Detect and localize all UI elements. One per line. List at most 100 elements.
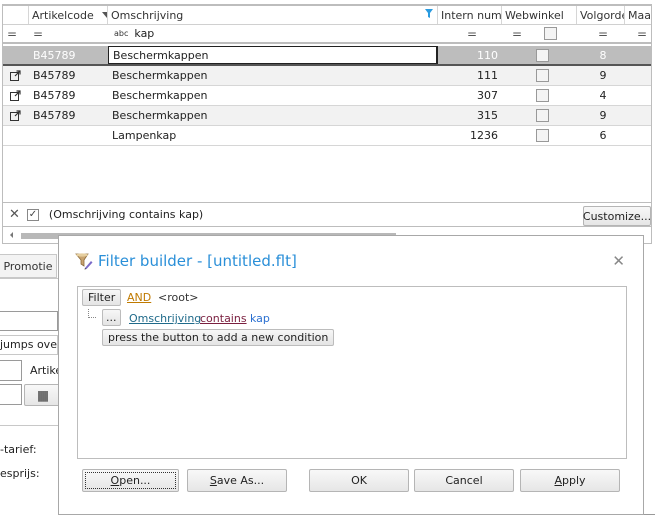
filter-expression[interactable]: (Omschrijving contains kap) bbox=[49, 208, 203, 221]
equals-operator[interactable]: = bbox=[637, 27, 647, 41]
cell-maat[interactable] bbox=[625, 126, 651, 145]
filter-root-button[interactable]: Filter bbox=[82, 289, 122, 306]
condition-menu-button[interactable]: ... bbox=[102, 309, 121, 326]
filter-tree[interactable]: Filter AND <root> ... Omschrijving conta… bbox=[77, 286, 627, 459]
group-operator-link[interactable]: AND bbox=[127, 291, 151, 304]
row-indicator[interactable] bbox=[3, 46, 29, 64]
auto-filter-volgorde[interactable]: = bbox=[577, 25, 625, 42]
cell-intern-nummer[interactable]: 1236 bbox=[438, 126, 502, 145]
barcode-icon: ||||| bbox=[36, 388, 49, 402]
header-intern-nummer[interactable]: Intern numm bbox=[438, 6, 502, 24]
condition-field-link[interactable]: Omschrijving bbox=[129, 312, 201, 325]
ok-button[interactable]: OK bbox=[309, 469, 409, 492]
equals-operator[interactable]: = bbox=[33, 27, 43, 41]
cell-webwinkel[interactable] bbox=[502, 46, 577, 64]
auto-filter-intern-nummer[interactable]: = bbox=[438, 25, 502, 42]
cell-maat[interactable] bbox=[625, 86, 651, 105]
cell-webwinkel[interactable] bbox=[502, 86, 577, 105]
cell-maat[interactable] bbox=[625, 46, 651, 64]
webwinkel-checkbox[interactable] bbox=[536, 129, 549, 142]
filter-active-icon[interactable] bbox=[425, 9, 433, 18]
auto-filter-omschrijving[interactable]: abc kap bbox=[108, 25, 438, 42]
scroll-left-icon[interactable] bbox=[10, 232, 13, 238]
webwinkel-checkbox[interactable] bbox=[536, 89, 549, 102]
article-grid[interactable]: Artikelcode Omschrijving Intern numm Web… bbox=[2, 4, 652, 244]
cell-omschrijving[interactable]: Beschermkappen bbox=[108, 86, 438, 105]
row-indicator[interactable] bbox=[3, 66, 29, 85]
cell-omschrijving[interactable]: Lampenkap bbox=[108, 126, 438, 145]
apply-button[interactable]: Apply bbox=[520, 469, 620, 492]
webwinkel-filter-checkbox[interactable] bbox=[544, 27, 558, 40]
equals-operator[interactable]: = bbox=[512, 27, 522, 41]
external-link-icon[interactable] bbox=[10, 110, 21, 121]
form-input[interactable] bbox=[0, 384, 22, 405]
equals-operator[interactable]: = bbox=[598, 27, 608, 41]
auto-filter-webwinkel[interactable]: = bbox=[502, 25, 577, 42]
table-row[interactable]: B45789 Beschermkappen 110 8 bbox=[3, 46, 651, 66]
dialog-title: Filter builder - [untitled.flt] bbox=[98, 252, 297, 270]
webwinkel-checkbox[interactable] bbox=[536, 109, 549, 122]
cell-maat[interactable] bbox=[625, 106, 651, 125]
cell-webwinkel[interactable] bbox=[502, 126, 577, 145]
customize-button[interactable]: Customize... bbox=[583, 206, 651, 226]
row-indicator[interactable] bbox=[3, 106, 29, 125]
external-link-icon[interactable] bbox=[10, 90, 21, 101]
external-link-icon[interactable] bbox=[10, 70, 21, 81]
cell-omschrijving[interactable]: Beschermkappen bbox=[108, 66, 438, 85]
cell-artikelcode[interactable]: B45789 bbox=[29, 66, 108, 85]
cell-volgorde[interactable]: 9 bbox=[577, 66, 625, 85]
table-row[interactable]: B45789 Beschermkappen 315 9 bbox=[3, 106, 651, 126]
add-condition-button[interactable]: press the button to add a new condition bbox=[102, 329, 335, 346]
cell-intern-nummer[interactable]: 110 bbox=[438, 46, 502, 64]
form-input[interactable] bbox=[0, 311, 58, 331]
form-input[interactable] bbox=[0, 360, 22, 381]
cell-artikelcode[interactable]: B45789 bbox=[29, 106, 108, 125]
row-indicator[interactable] bbox=[3, 86, 29, 105]
equals-operator[interactable]: = bbox=[467, 27, 477, 41]
cell-webwinkel[interactable] bbox=[502, 106, 577, 125]
cancel-button[interactable]: Cancel bbox=[414, 469, 514, 492]
cell-maat[interactable] bbox=[625, 66, 651, 85]
header-artikelcode[interactable]: Artikelcode bbox=[29, 6, 108, 24]
auto-filter-value[interactable]: kap bbox=[134, 27, 154, 40]
auto-filter-row[interactable]: = = abc kap = = = = bbox=[3, 25, 651, 44]
header-label: Intern numm bbox=[441, 8, 502, 22]
header-omschrijving[interactable]: Omschrijving bbox=[108, 6, 438, 24]
cell-artikelcode[interactable] bbox=[29, 126, 108, 145]
cell-intern-nummer[interactable]: 315 bbox=[438, 106, 502, 125]
text-type-icon[interactable]: abc bbox=[114, 29, 128, 38]
tab-promotie[interactable]: Promotie bbox=[0, 254, 57, 278]
cell-intern-nummer[interactable]: 307 bbox=[438, 86, 502, 105]
open-button[interactable]: Open... bbox=[82, 469, 179, 492]
equals-operator[interactable]: = bbox=[7, 27, 17, 41]
webwinkel-checkbox[interactable] bbox=[536, 48, 549, 62]
table-row[interactable]: B45789 Beschermkappen 307 4 bbox=[3, 86, 651, 106]
header-maat[interactable]: Maat/ bbox=[625, 6, 651, 24]
header-volgorde[interactable]: Volgorde bbox=[577, 6, 625, 24]
filter-enabled-checkbox[interactable]: ✓ bbox=[26, 208, 39, 221]
table-row[interactable]: B45789 Beschermkappen 111 9 bbox=[3, 66, 651, 86]
cell-omschrijving[interactable]: Beschermkappen bbox=[108, 46, 438, 64]
header-label: Maat/ bbox=[628, 8, 651, 22]
cell-volgorde[interactable]: 9 bbox=[577, 106, 625, 125]
cell-artikelcode[interactable]: B45789 bbox=[29, 46, 108, 64]
barcode-button[interactable]: ||||| bbox=[24, 384, 60, 406]
save-as-button[interactable]: Save As... bbox=[187, 469, 287, 492]
cell-omschrijving[interactable]: Beschermkappen bbox=[108, 106, 438, 125]
cell-volgorde[interactable]: 6 bbox=[577, 126, 625, 145]
auto-filter-maat[interactable]: = bbox=[625, 25, 651, 42]
clear-filter-icon[interactable]: ✕ bbox=[9, 207, 20, 222]
cell-intern-nummer[interactable]: 111 bbox=[438, 66, 502, 85]
cell-volgorde[interactable]: 4 bbox=[577, 86, 625, 105]
cell-webwinkel[interactable] bbox=[502, 66, 577, 85]
cell-artikelcode[interactable]: B45789 bbox=[29, 86, 108, 105]
webwinkel-checkbox[interactable] bbox=[536, 69, 549, 82]
close-icon[interactable]: ✕ bbox=[612, 252, 625, 270]
table-row[interactable]: Lampenkap 1236 6 bbox=[3, 126, 651, 146]
cell-volgorde[interactable]: 8 bbox=[577, 46, 625, 64]
row-indicator[interactable] bbox=[3, 126, 29, 145]
condition-operator-link[interactable]: contains bbox=[200, 312, 247, 325]
header-webwinkel[interactable]: Webwinkel bbox=[502, 6, 577, 24]
auto-filter-artikelcode[interactable]: = bbox=[29, 25, 108, 42]
condition-value-link[interactable]: kap bbox=[250, 312, 270, 325]
